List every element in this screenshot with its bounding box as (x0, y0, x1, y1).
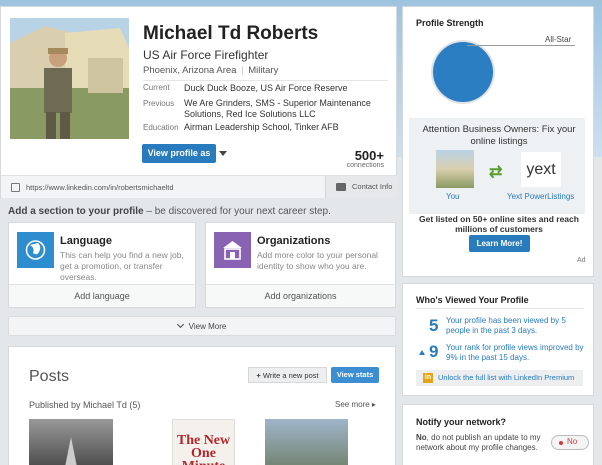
chevron-down-icon (176, 320, 184, 329)
whos-viewed-card: Who's Viewed Your Profile 5 Your profile… (402, 283, 594, 396)
plus-icon: + (256, 371, 261, 380)
ad-body: Get listed on 50+ online sites and reach… (419, 214, 579, 234)
strength-level-line (467, 45, 575, 46)
organizations-desc: Add more color to your personal identity… (257, 250, 378, 271)
profile-name: Michael Td Roberts (143, 23, 319, 44)
notify-text: No, do not publish an update to my netwo… (416, 433, 543, 453)
write-post-button[interactable]: + Write a new post (248, 367, 327, 383)
add-section-subtitle: – be discovered for your next career ste… (143, 206, 331, 217)
divider (416, 308, 584, 309)
notify-text-body: , do not publish an update to my network… (416, 433, 541, 452)
exchange-arrows-icon: ⇄ (489, 164, 503, 181)
notify-text-bold: No (416, 433, 427, 442)
add-section-heading: Add a section to your profile – be disco… (8, 206, 331, 217)
divider (143, 80, 388, 81)
rank-up-icon (419, 350, 425, 355)
notify-title: Notify your network? (416, 417, 507, 427)
current-label: Current (143, 83, 170, 92)
public-url[interactable]: https://www.linkedin.com/in/robertsmicha… (26, 183, 174, 192)
whos-viewed-title: Who's Viewed Your Profile (416, 295, 529, 305)
language-desc: This can help you find a new job, get a … (60, 250, 184, 282)
linkedin-icon (11, 183, 20, 192)
rank-count[interactable]: 9 (429, 342, 438, 362)
add-language-button[interactable]: Add language (9, 284, 195, 307)
ad-headline[interactable]: Attention Business Owners: Fix your onli… (415, 124, 583, 148)
profile-strength-title: Profile Strength (416, 18, 484, 28)
profile-photo[interactable] (10, 18, 129, 139)
organizations-title: Organizations (257, 235, 331, 247)
profile-industry[interactable]: Military (248, 65, 278, 76)
education-label: Education (143, 123, 179, 132)
view-profile-dropdown-icon[interactable] (219, 151, 227, 156)
ad-card: Attention Business Owners: Fix your onli… (402, 110, 594, 277)
toggle-indicator-icon (559, 441, 563, 445)
location-separator: | (241, 65, 244, 76)
view-profile-as-label: View profile as (147, 148, 211, 158)
connections-count[interactable]: 500+ (355, 148, 384, 163)
connections-label: connections (346, 162, 384, 169)
organization-icon (214, 232, 251, 268)
posts-title: Posts (29, 368, 70, 385)
posts-card: Posts + Write a new post View stats Publ… (8, 346, 396, 465)
views-text[interactable]: Your profile has been viewed by 5 people… (446, 316, 586, 336)
public-url-bar: https://www.linkedin.com/in/robertsmicha… (1, 175, 397, 198)
profile-headline: US Air Force Firefighter (143, 48, 269, 62)
education-value[interactable]: Airman Leadership School, Tinker AFB (184, 122, 389, 133)
profile-card: Michael Td Roberts US Air Force Firefigh… (0, 6, 397, 198)
post-thumbnail-title: The New One Minute (176, 433, 231, 465)
published-by[interactable]: Published by Michael Td (5) (29, 400, 140, 410)
add-language-card: Language This can help you find a new jo… (8, 222, 196, 308)
add-organizations-button[interactable]: Add organizations (206, 284, 395, 307)
caret-right-icon: ▸ (371, 400, 376, 409)
views-count[interactable]: 5 (429, 316, 438, 336)
post-thumbnail[interactable] (29, 419, 113, 465)
contact-card-icon (336, 183, 346, 191)
see-more-link[interactable]: See more ▸ (335, 400, 376, 409)
view-profile-as-button[interactable]: View profile as (142, 144, 216, 163)
write-post-label: Write a new post (262, 371, 319, 380)
view-more-button[interactable]: View More (8, 316, 396, 336)
view-more-label: View More (188, 322, 227, 331)
toggle-label: No (567, 437, 578, 446)
language-title: Language (60, 235, 112, 247)
ad-you-label: You (446, 192, 460, 201)
unlock-premium-button[interactable]: in Unlock the full list with LinkedIn Pr… (416, 370, 583, 386)
notify-toggle[interactable]: No (551, 435, 589, 450)
learn-more-label: Learn More! (476, 239, 523, 248)
contact-info-label: Contact Info (352, 182, 393, 191)
current-value[interactable]: Duck Duck Booze, US Air Force Reserve (184, 83, 389, 94)
view-stats-button[interactable]: View stats (331, 367, 379, 383)
previous-label: Previous (143, 99, 175, 108)
strength-level: All-Star (545, 35, 572, 44)
view-stats-label: View stats (336, 370, 374, 379)
unlock-premium-label: Unlock the full list with LinkedIn Premi… (438, 373, 575, 382)
premium-in-icon: in (423, 373, 433, 383)
profile-strength-meter[interactable] (428, 37, 498, 107)
see-more-label: See more (335, 400, 370, 409)
ad-user-photo (436, 150, 474, 188)
rank-text[interactable]: Your rank for profile views improved by … (446, 343, 586, 363)
learn-more-button[interactable]: Learn More! (469, 235, 530, 252)
post-thumbnail[interactable]: The New One Minute (172, 419, 235, 465)
ad-label: Ad (577, 257, 586, 264)
ad-yext-label: Yext PowerListings (507, 192, 575, 201)
previous-value[interactable]: We Are Grinders, SMS - Superior Maintena… (184, 98, 389, 120)
profile-location[interactable]: Phoenix, Arizona Area (143, 65, 236, 76)
yext-logo: yext (521, 152, 561, 187)
notify-card: Notify your network? No, do not publish … (402, 404, 594, 465)
globe-icon (17, 232, 54, 268)
profile-location-line: Phoenix, Arizona Area | Military (143, 65, 278, 76)
profile-strength-card: Profile Strength All-Star (402, 6, 594, 116)
add-section-title: Add a section to your profile (8, 206, 144, 217)
add-organizations-card: Organizations Add more color to your per… (205, 222, 396, 308)
contact-info-button[interactable]: Contact Info (325, 176, 397, 198)
post-thumbnail[interactable] (265, 419, 348, 465)
